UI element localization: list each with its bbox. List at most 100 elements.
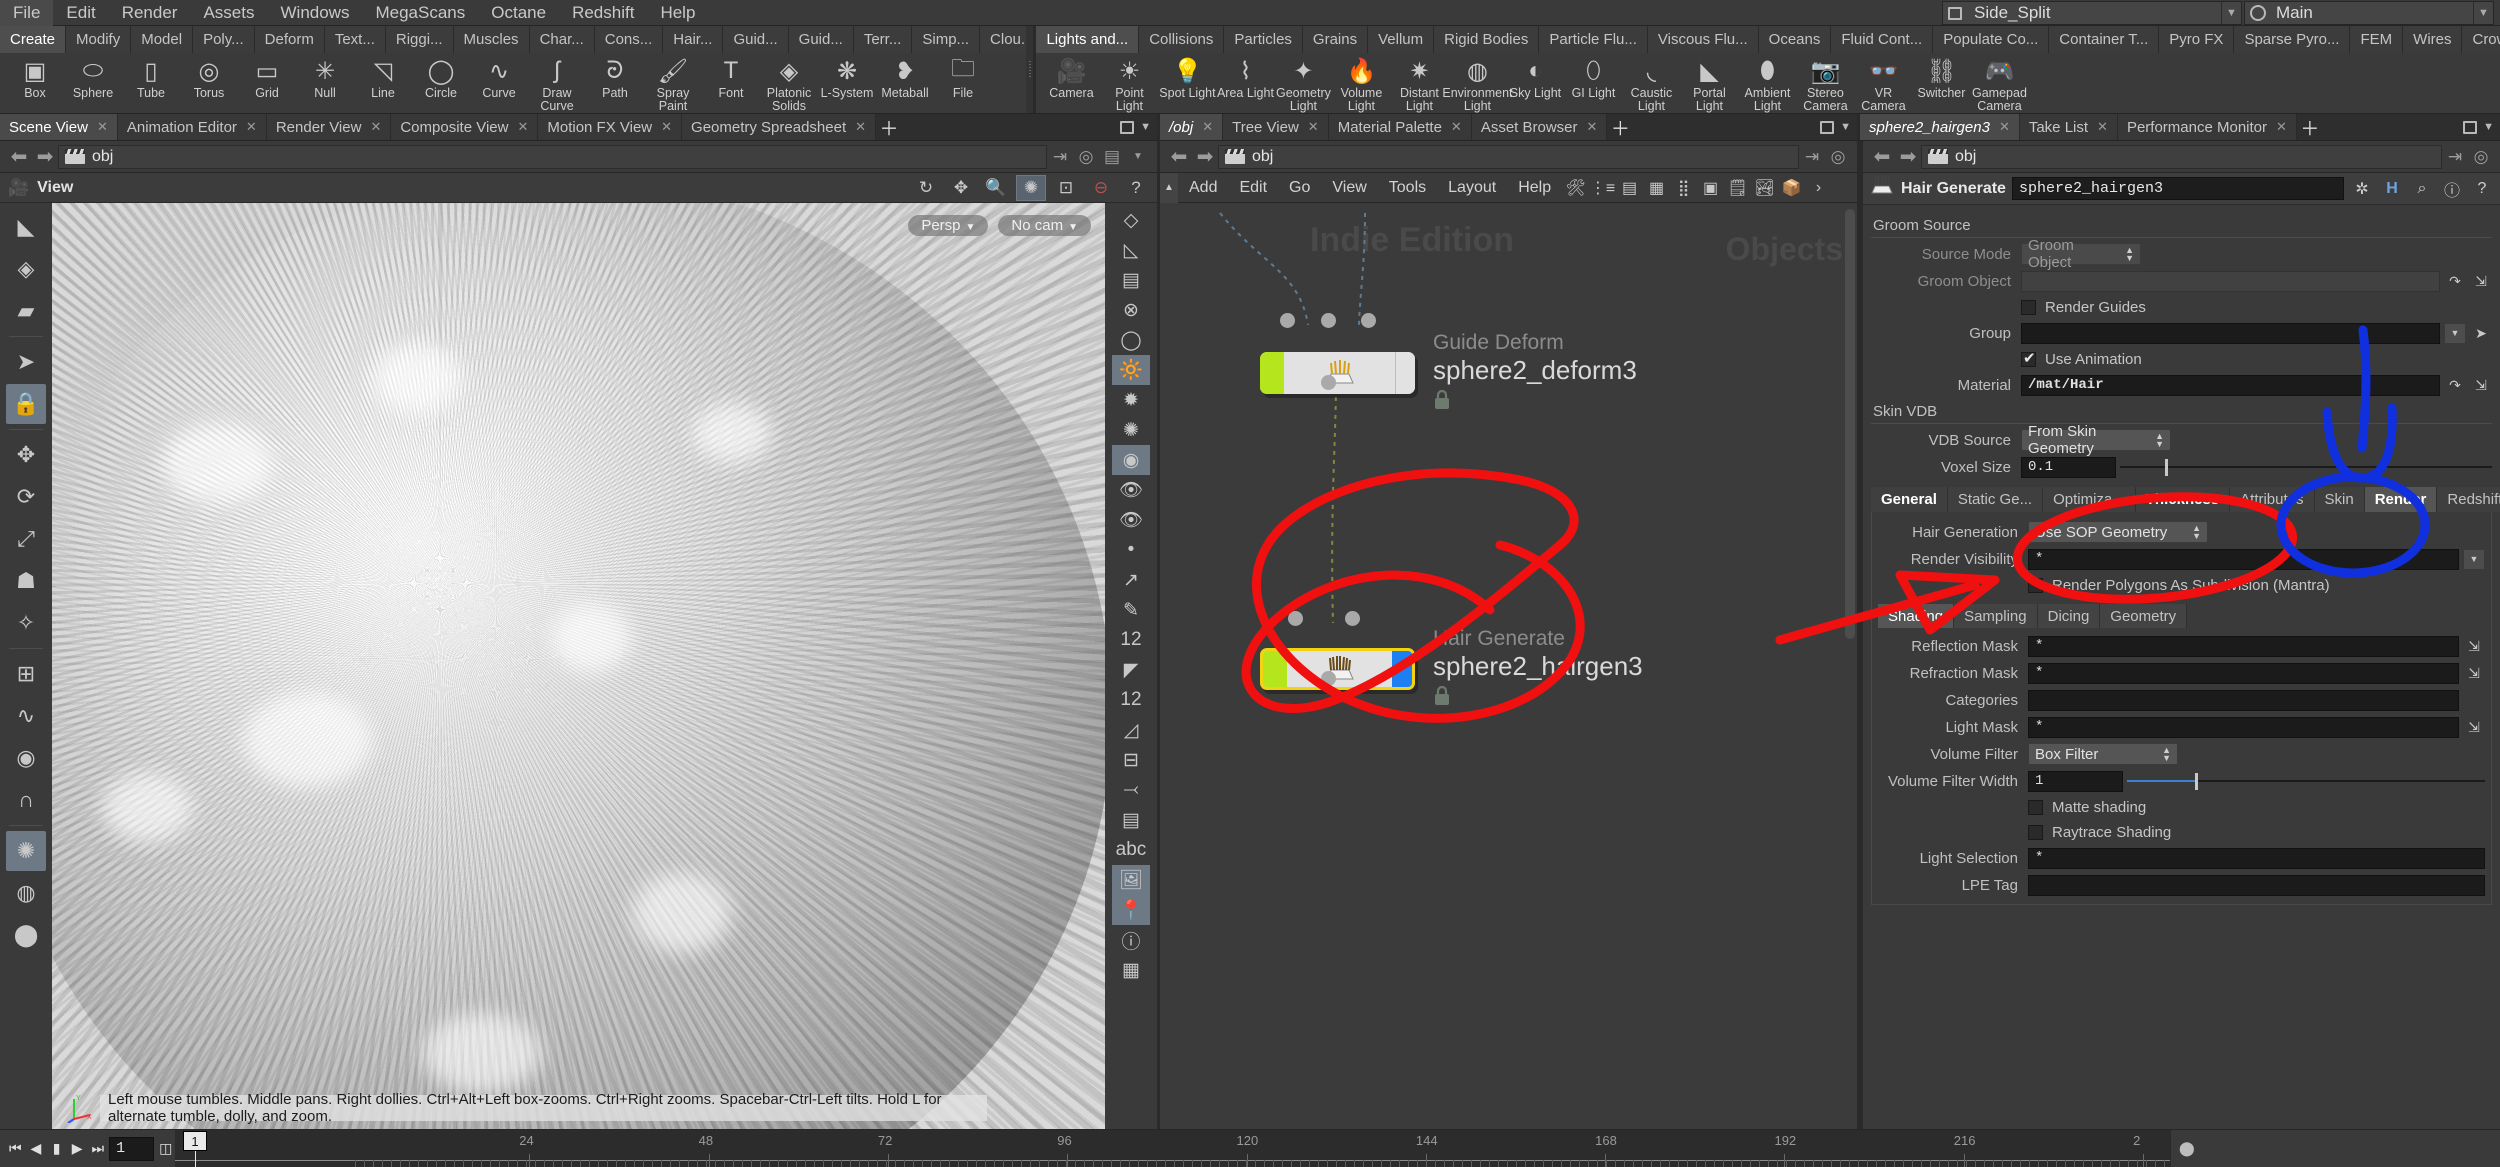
shelf-splitter[interactable]: [1026, 26, 1034, 114]
shelf-item-stereo-camera[interactable]: 📷 Stereo Camera: [1796, 53, 1854, 113]
tab-parameters[interactable]: sphere2_hairgen3 ✕: [1860, 114, 2020, 141]
shelf-tab-characters[interactable]: Char...: [529, 26, 595, 53]
shelf-item-spray-paint[interactable]: 🖌 Spray Paint: [644, 53, 702, 113]
stop-render-icon[interactable]: ⊖: [1086, 175, 1116, 201]
shelf-item-ambient-light[interactable]: ⬮ Ambient Light: [1738, 53, 1796, 113]
shelf-item-spot-light[interactable]: 💡 Spot Light: [1158, 53, 1216, 100]
shelf-item-grid[interactable]: ▭ Grid: [238, 53, 296, 100]
viewport-canvas[interactable]: Persp ▼ No cam ▼ Y X Left mouse tumbles.…: [52, 203, 1105, 1129]
close-icon[interactable]: ✕: [1999, 119, 2010, 135]
network-menu-go[interactable]: Go: [1278, 173, 1321, 203]
shelf-tab-modify[interactable]: Modify: [66, 26, 132, 53]
prim-normal-icon[interactable]: ◿: [1112, 715, 1150, 745]
network-menu-view[interactable]: View: [1321, 173, 1377, 203]
node-guide-deform[interactable]: Guide Deform sphere2_deform3: [1260, 331, 1637, 414]
desktop-selector[interactable]: Side_Split ▼: [1942, 0, 2242, 25]
op-picker-icon[interactable]: ⇲: [2463, 717, 2485, 738]
timeline[interactable]: 24 48 72 96 120 144 168 192 216 2 1: [175, 1130, 2170, 1167]
parm-tab-skin[interactable]: Skin: [2314, 487, 2365, 513]
render-guides-checkbox[interactable]: [2021, 299, 2036, 315]
tab-motion-fx-view[interactable]: Motion FX View ✕: [538, 114, 683, 141]
scene-path-field[interactable]: obj: [58, 144, 1047, 169]
shelf-item-curve[interactable]: ∿ Curve: [470, 53, 528, 100]
pin-icon[interactable]: ⇥: [1047, 146, 1073, 168]
voxel-size-input[interactable]: 0.1: [2021, 456, 2116, 478]
chevron-down-icon[interactable]: ▼: [1125, 146, 1151, 168]
pin-icon[interactable]: ⇥: [2442, 146, 2468, 168]
gear-icon[interactable]: ✲: [2350, 177, 2374, 201]
snap-multi-icon[interactable]: ∩: [6, 780, 46, 820]
material-input[interactable]: /mat/Hair: [2021, 374, 2440, 396]
revert-icon[interactable]: ↷: [2444, 375, 2466, 396]
menu-windows[interactable]: Windows: [268, 0, 363, 26]
volume-filter-dropdown[interactable]: Box Filter ▲ ▼: [2028, 743, 2178, 766]
pin-icon[interactable]: ⇥: [1799, 146, 1825, 168]
shelf-tab-container-t[interactable]: Container T...: [2049, 26, 2160, 53]
search-icon[interactable]: ⌕: [2410, 177, 2434, 201]
shelf-tab-hair[interactable]: Hair...: [663, 26, 724, 53]
forward-arrow-icon[interactable]: ➡: [1192, 146, 1218, 168]
light-selection-input[interactable]: *: [2028, 847, 2485, 869]
parm-tab-general[interactable]: General: [1871, 487, 1948, 513]
point-marker-icon[interactable]: ✎: [1112, 595, 1150, 625]
tab-tree-view[interactable]: Tree View ✕: [1223, 114, 1329, 141]
shelf-item-camera[interactable]: 🎥 Camera: [1042, 53, 1100, 100]
vector-display-icon[interactable]: ⤙: [1112, 775, 1150, 805]
point-number-icon[interactable]: 12: [1112, 625, 1150, 655]
close-icon[interactable]: ✕: [1587, 119, 1598, 135]
op-picker-icon[interactable]: ⇲: [2470, 271, 2492, 292]
parm-tab-render[interactable]: Render: [2364, 487, 2438, 513]
node-name-input[interactable]: sphere2_hairgen3: [2011, 177, 2344, 201]
shelf-tab-model[interactable]: Model: [131, 26, 194, 53]
shelf-item-vr-camera[interactable]: 👓 VR Camera: [1854, 53, 1912, 113]
shelf-tab-guide2[interactable]: Guid...: [788, 26, 854, 53]
node-hair-generate[interactable]: Hair Generate sphere2_hairgen3: [1260, 627, 1643, 710]
shelf-item-environment-light[interactable]: ◍ Environment Light: [1442, 53, 1512, 113]
menu-edit[interactable]: Edit: [53, 0, 108, 26]
chevron-down-icon[interactable]: ▼: [1840, 121, 1851, 133]
node-list-icon[interactable]: ⋮≡: [1589, 176, 1616, 200]
shelf-tab-rigging[interactable]: Riggi...: [385, 26, 454, 53]
close-icon[interactable]: ✕: [1202, 119, 1213, 135]
shelf-tab-muscles[interactable]: Muscles: [453, 26, 530, 53]
node-shape-icon[interactable]: ⣿: [1670, 176, 1697, 200]
maximize-pane-icon[interactable]: [1820, 120, 1835, 134]
maximize-pane-icon[interactable]: [2463, 120, 2478, 134]
scale-tool-icon[interactable]: ⤢: [6, 519, 46, 559]
link-icon[interactable]: ◎: [1073, 146, 1099, 168]
shelf-item-null[interactable]: ✳ Null: [296, 53, 354, 100]
volume-filter-width-slider[interactable]: [2127, 771, 2485, 792]
more-arrow-icon[interactable]: ›: [1805, 176, 1832, 200]
network-box-icon[interactable]: ▣: [1697, 176, 1724, 200]
close-icon[interactable]: ✕: [2276, 119, 2287, 135]
network-canvas[interactable]: Indie Edition Objects Guide Deform spher…: [1160, 203, 1857, 1129]
shelf-tab-simple[interactable]: Simp...: [912, 26, 981, 53]
network-menu-edit[interactable]: Edit: [1228, 173, 1278, 203]
shelf-tab-collisions[interactable]: Collisions: [1139, 26, 1225, 53]
add-pane-tab-button[interactable]: ＋: [2297, 114, 2323, 140]
visibility-other-icon[interactable]: 👁: [1112, 505, 1150, 535]
lighting-highquality-icon[interactable]: ✺: [1112, 415, 1150, 445]
close-icon[interactable]: ✕: [246, 119, 257, 135]
shelf-tab-fluid-cont[interactable]: Fluid Cont...: [1831, 26, 1934, 53]
shelf-tab-guide1[interactable]: Guid...: [723, 26, 789, 53]
play-reverse-button[interactable]: ▮: [47, 1137, 66, 1161]
network-menu-help[interactable]: Help: [1507, 173, 1562, 203]
pan-tool-icon[interactable]: ✥: [946, 175, 976, 201]
shelf-tab-constraints[interactable]: Cons...: [594, 26, 664, 53]
voxel-size-slider[interactable]: [2120, 457, 2492, 478]
menu-redshift[interactable]: Redshift: [559, 0, 647, 26]
shelf-tab-wires[interactable]: Wires: [2403, 26, 2463, 53]
network-vertical-scrollbar[interactable]: [1845, 209, 1855, 640]
shelf-tab-populate-co[interactable]: Populate Co...: [1933, 26, 2050, 53]
tab-composite-view[interactable]: Composite View ✕: [391, 114, 539, 141]
camera-badge[interactable]: No cam ▼: [998, 215, 1091, 237]
node-display-flag[interactable]: [1260, 351, 1284, 394]
use-animation-checkbox[interactable]: [2021, 349, 2036, 367]
shelf-tab-viscous-flu[interactable]: Viscous Flu...: [1647, 26, 1759, 53]
dolly-tool-icon[interactable]: 🔍: [981, 175, 1011, 201]
render-subtab-sampling[interactable]: Sampling: [1954, 604, 2038, 629]
menu-megascans[interactable]: MegaScans: [362, 0, 478, 26]
playhead[interactable]: 1: [183, 1131, 207, 1151]
point-display-icon[interactable]: •: [1112, 535, 1150, 565]
